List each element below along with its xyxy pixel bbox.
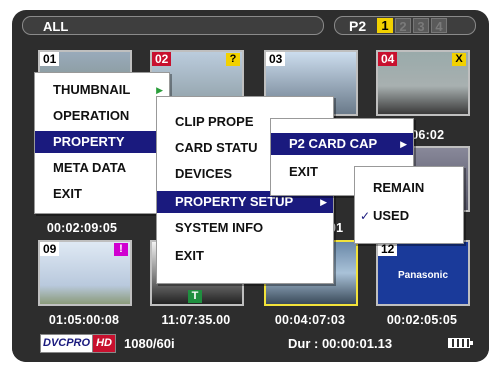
clip-timecode: 00:02:05:05 [386, 313, 458, 327]
menu-item-label: PROPERTY SETUP [175, 194, 294, 209]
menu-item-label: DEVICES [175, 166, 233, 181]
top-bar: ALL P2 1 2 3 4 [12, 10, 489, 40]
menu-item-meta-data[interactable]: META DATA ▶ [35, 157, 169, 179]
filter-label: ALL [43, 19, 69, 34]
menu-item-system-info[interactable]: SYSTEM INFO [157, 217, 333, 239]
clip-timecode: 00:02:09:05 [46, 221, 118, 235]
clip-number: 09 [40, 242, 60, 256]
menu-item-label: OPERATION [53, 108, 130, 123]
capacity-display-menu: REMAIN ✓ USED [354, 166, 464, 244]
option-used[interactable]: ✓ USED [355, 205, 463, 227]
clip-number: 01 [40, 52, 60, 66]
clip-thumbnail-04[interactable]: 04 X [376, 50, 470, 116]
card-label: P2 [349, 18, 367, 34]
text-memo-badge: T [188, 290, 202, 303]
battery-icon [448, 338, 473, 348]
codec-hd-label: HD [93, 334, 116, 353]
filter-bar[interactable]: ALL [22, 16, 324, 35]
menu-item-label: EXIT [53, 186, 82, 201]
menu-item-label: EXIT [289, 164, 318, 179]
menu-item-property[interactable]: PROPERTY ▶ [35, 131, 169, 153]
option-remain[interactable]: REMAIN [355, 177, 463, 199]
menu-item-exit[interactable]: EXIT [157, 245, 333, 267]
slot-1-indicator[interactable]: 1 [377, 18, 393, 33]
clip-timecode: 11:07:35.00 [161, 313, 231, 327]
option-label: REMAIN [373, 180, 425, 195]
clip-thumbnail-12[interactable]: 12 Panasonic [376, 240, 470, 306]
menu-item-label: EXIT [175, 248, 204, 263]
menu-item-label: CLIP PROPE [175, 114, 254, 129]
panasonic-logo-text: Panasonic [397, 270, 449, 281]
card-slot-bar: P2 1 2 3 4 [334, 16, 476, 35]
clip-number: 02 [152, 52, 172, 66]
slot-3-indicator[interactable]: 3 [413, 18, 429, 34]
menu-item-label: META DATA [53, 160, 127, 175]
checkmark-icon: ✓ [360, 209, 371, 223]
clip-timecode: 01:05:00:08 [48, 313, 120, 327]
slot-4-indicator[interactable]: 4 [431, 18, 447, 34]
menu-item-label: SYSTEM INFO [175, 220, 264, 235]
menu-item-label: THUMBNAIL [53, 82, 131, 97]
option-label: USED [373, 208, 410, 223]
clip-timecode: 00:04:07:03 [274, 313, 346, 327]
clip-duration: Dur : 00:00:01.13 [288, 336, 393, 351]
slot-2-indicator[interactable]: 2 [395, 18, 411, 34]
clip-number: 03 [266, 52, 286, 66]
clip-thumbnail-09[interactable]: 09 ! [38, 240, 132, 306]
menu-item-operation[interactable]: OPERATION ▶ [35, 105, 169, 127]
menu-item-p2-card-cap[interactable]: P2 CARD CAP ▶ [271, 133, 413, 155]
menu-item-label: P2 CARD CAP [289, 136, 378, 151]
main-menu: THUMBNAIL ▶ OPERATION ▶ PROPERTY ▶ META … [34, 72, 170, 214]
unknown-clip-badge: ? [226, 53, 240, 66]
defective-clip-badge: X [452, 53, 466, 66]
dvcpro-hd-logo: DVCPRO HD [40, 334, 116, 353]
codec-label: DVCPRO [40, 334, 94, 353]
menu-item-label: PROPERTY [53, 134, 125, 149]
submenu-arrow-icon: ▶ [400, 139, 407, 149]
video-format: 1080/60i [124, 336, 175, 351]
menu-item-label: CARD STATU [175, 140, 258, 155]
menu-item-thumbnail[interactable]: THUMBNAIL ▶ [35, 79, 169, 101]
clip-number: 12 [378, 242, 398, 256]
clip-number: 04 [378, 52, 398, 66]
menu-item-exit[interactable]: EXIT [35, 183, 169, 205]
marker-badge: ! [114, 243, 128, 256]
lcd-screen: ALL P2 1 2 3 4 01 02 ? 03 04 X 9:06:02 0… [12, 10, 489, 362]
status-bar: DVCPRO HD 1080/60i Dur : 00:00:01.13 [12, 332, 489, 362]
